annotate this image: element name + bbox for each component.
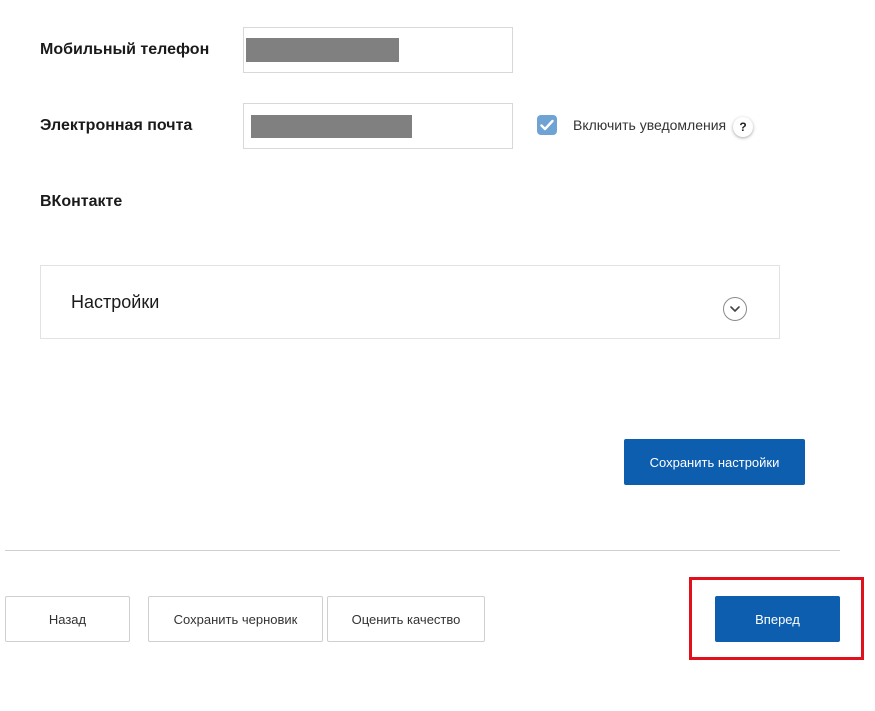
notifications-label[interactable]: Включить уведомления xyxy=(573,117,726,133)
phone-value-redacted xyxy=(246,38,399,62)
settings-accordion[interactable]: Настройки xyxy=(40,265,780,339)
back-button[interactable]: Назад xyxy=(5,596,130,642)
divider xyxy=(5,550,840,551)
email-field[interactable] xyxy=(243,103,513,149)
settings-accordion-title: Настройки xyxy=(71,292,160,312)
vk-label: ВКонтакте xyxy=(40,193,123,210)
chevron-down-icon xyxy=(730,306,740,312)
notifications-checkbox[interactable] xyxy=(537,115,557,135)
phone-field[interactable] xyxy=(243,27,513,73)
save-draft-button[interactable]: Сохранить черновик xyxy=(148,596,323,642)
expand-button[interactable] xyxy=(723,297,747,321)
checkmark-icon xyxy=(540,119,554,131)
phone-label: Мобильный телефон xyxy=(40,41,210,58)
help-icon[interactable]: ? xyxy=(733,117,753,137)
email-label: Электронная почта xyxy=(40,117,193,134)
rate-quality-button[interactable]: Оценить качество xyxy=(327,596,485,642)
email-value-redacted xyxy=(251,115,412,138)
save-settings-button[interactable]: Сохранить настройки xyxy=(624,439,805,485)
next-button[interactable]: Вперед xyxy=(715,596,840,642)
